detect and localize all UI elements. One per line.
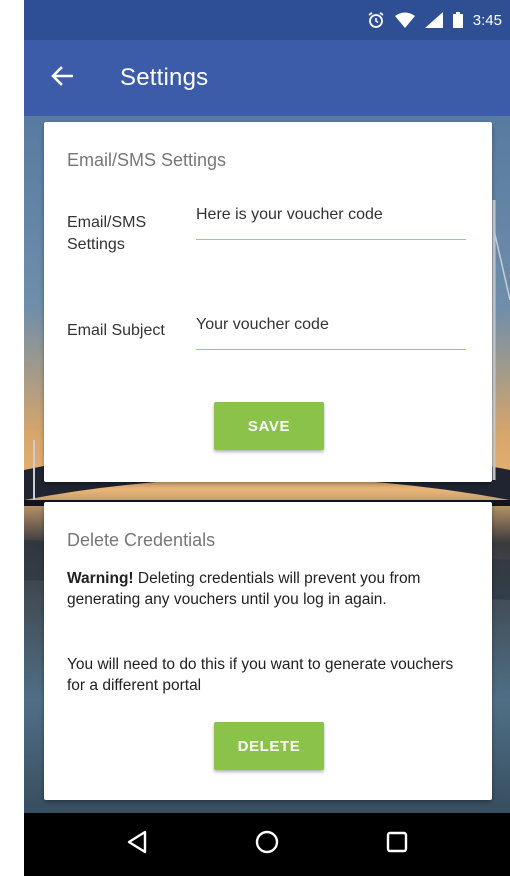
arrow-left-icon (51, 65, 74, 91)
email-sms-message-input[interactable] (196, 200, 466, 240)
home-circle-icon (254, 829, 280, 860)
signal-icon (424, 12, 443, 28)
warning-message: Warning! Deleting credentials will preve… (67, 568, 467, 610)
delete-button[interactable]: DELETE (214, 722, 324, 770)
card-title: Delete Credentials (67, 530, 216, 550)
back-triangle-icon (126, 830, 148, 859)
status-bar: 3:45 (24, 0, 510, 40)
status-time: 3:45 (472, 11, 502, 29)
email-subject-input[interactable] (196, 310, 466, 350)
delete-note: You will need to do this if you want to … (67, 656, 454, 694)
phone-screen: 3:45 Settings Email/SMS Settings Email/S… (24, 0, 510, 876)
system-nav-bar (24, 813, 510, 876)
email-sms-settings-label: Email/SMS Settings (67, 214, 147, 253)
nav-home-button[interactable] (247, 825, 287, 865)
warning-label: Warning! (67, 570, 134, 587)
email-sms-settings-card: Email/SMS Settings Email/SMS Settings Em… (44, 122, 492, 482)
card-title: Email/SMS Settings (67, 150, 227, 170)
page-title: Settings (120, 64, 209, 91)
app-bar: Settings (24, 40, 510, 116)
nav-recents-button[interactable] (377, 825, 417, 865)
recents-square-icon (386, 831, 408, 858)
email-subject-label: Email Subject (67, 322, 165, 339)
alarm-icon (367, 11, 385, 29)
nav-back-button[interactable] (117, 825, 157, 865)
save-button[interactable]: SAVE (214, 402, 324, 450)
battery-icon (452, 12, 463, 28)
delete-credentials-card: Delete Credentials Warning! Deleting cre… (44, 502, 492, 800)
back-button[interactable] (24, 40, 100, 116)
wifi-icon (394, 12, 415, 28)
